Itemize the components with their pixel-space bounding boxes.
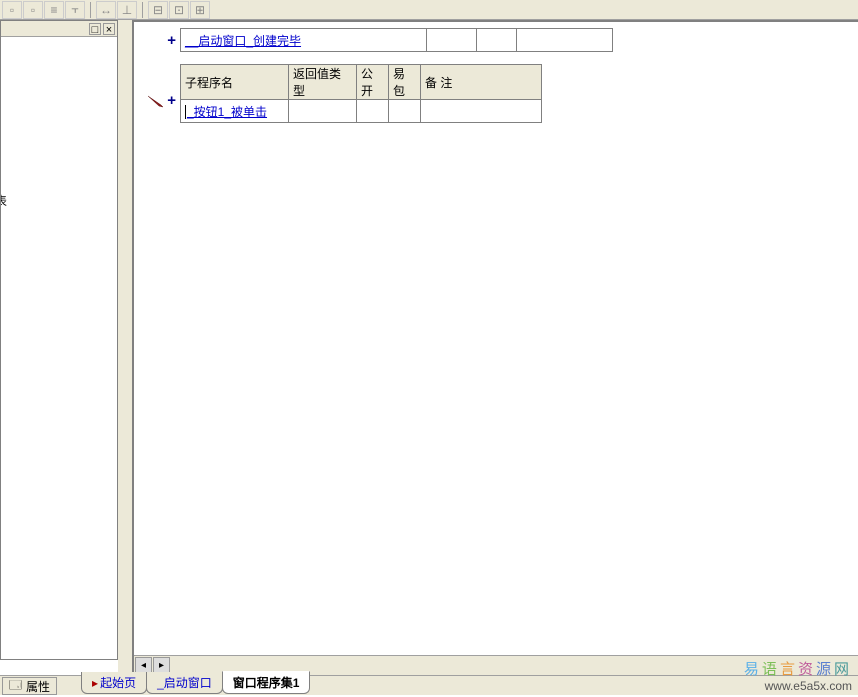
pen-icon [147, 94, 165, 108]
sub-name-cell[interactable]: _按钮1_被单击 [181, 100, 289, 123]
header-name: 子程序名 [181, 65, 289, 100]
pin-icon[interactable]: □ [89, 23, 101, 35]
toolbar-button[interactable]: ▫ [2, 1, 22, 19]
call-cell[interactable] [477, 29, 517, 52]
expand-icon[interactable]: + [167, 94, 176, 108]
side-panel-clipped-text: 表 [1, 192, 7, 209]
subroutine-link[interactable]: _按钮1_被单击 [187, 105, 267, 119]
expand-icon[interactable]: + [167, 34, 176, 48]
call-table: __启动窗口_创建完毕 [180, 28, 613, 52]
toolbar-button[interactable]: ⫟ [65, 1, 85, 19]
header-yibao: 易包 [389, 65, 421, 100]
gutter: + [134, 28, 180, 54]
table-row: __启动窗口_创建完毕 [181, 29, 613, 52]
toolbar-separator [142, 2, 144, 18]
sub-note-cell[interactable] [421, 100, 542, 123]
table-header-row: 子程序名 返回值类型 公开 易包 备 注 [181, 65, 542, 100]
code-editor-panel: + __启动窗口_创建完毕 [132, 20, 858, 675]
tab-label: 窗口程序集1 [233, 676, 300, 690]
watermark-url: www.e5a5x.com [744, 679, 852, 693]
call-link[interactable]: __启动窗口_创建完毕 [185, 34, 301, 48]
tab-prefix-icon: ▸ [92, 676, 98, 690]
side-panel: □ × 表 [0, 20, 118, 660]
tab-window-procedure[interactable]: 窗口程序集1 [222, 671, 311, 694]
toolbar-button[interactable]: ⊡ [169, 1, 189, 19]
code-editor-area[interactable]: + __启动窗口_创建完毕 [134, 22, 858, 655]
text-cursor [185, 105, 186, 119]
properties-label: 属性 [26, 678, 50, 695]
tab-label: 起始页 [100, 676, 136, 690]
properties-tab[interactable]: 🗔 属性 [2, 677, 57, 695]
gutter: + [134, 54, 180, 114]
sub-public-cell[interactable] [357, 100, 389, 123]
side-panel-body: 表 [1, 37, 117, 659]
main-area: □ × 表 + __启动窗口_创建完毕 [0, 20, 858, 675]
tab-startup-window[interactable]: _启动窗口 [146, 672, 223, 694]
side-panel-titlebar: □ × [1, 21, 117, 37]
watermark: 易语言资源网 www.e5a5x.com [744, 661, 852, 693]
editor-tabs: ▸起始页 _启动窗口 窗口程序集1 [81, 675, 309, 695]
table-row: _按钮1_被单击 [181, 100, 542, 123]
toolbar-button[interactable]: ⊟ [148, 1, 168, 19]
main-toolbar: ▫ ▫ ≡ ⫟ ↔ ⊥ ⊟ ⊡ ⊞ [0, 0, 858, 20]
header-note: 备 注 [421, 65, 542, 100]
toolbar-button[interactable]: ▫ [23, 1, 43, 19]
header-return: 返回值类型 [289, 65, 357, 100]
close-icon[interactable]: × [103, 23, 115, 35]
vertical-splitter[interactable] [118, 20, 132, 675]
call-cell[interactable] [517, 29, 613, 52]
subroutine-table: 子程序名 返回值类型 公开 易包 备 注 _按钮1_被单击 [180, 64, 542, 123]
header-public: 公开 [357, 65, 389, 100]
bottom-bar: 🗔 属性 ▸起始页 _启动窗口 窗口程序集1 易语言资源网 www.e5a5x.… [0, 675, 858, 695]
tab-start-page[interactable]: ▸起始页 [81, 672, 147, 694]
toolbar-button[interactable]: ⊥ [117, 1, 137, 19]
properties-icon: 🗔 [9, 676, 22, 697]
toolbar-separator [90, 2, 92, 18]
tab-label: _启动窗口 [157, 676, 212, 690]
toolbar-button[interactable]: ↔ [96, 1, 116, 19]
toolbar-button[interactable]: ≡ [44, 1, 64, 19]
call-cell[interactable] [427, 29, 477, 52]
code-row: + __启动窗口_创建完毕 [134, 28, 858, 54]
toolbar-button[interactable]: ⊞ [190, 1, 210, 19]
watermark-title: 易语言资源网 [744, 661, 852, 679]
code-row: + 子程序名 返回值类型 公开 易包 备 注 _按钮1_被单击 [134, 54, 858, 123]
call-name-cell[interactable]: __启动窗口_创建完毕 [181, 29, 427, 52]
sub-return-cell[interactable] [289, 100, 357, 123]
sub-yibao-cell[interactable] [389, 100, 421, 123]
